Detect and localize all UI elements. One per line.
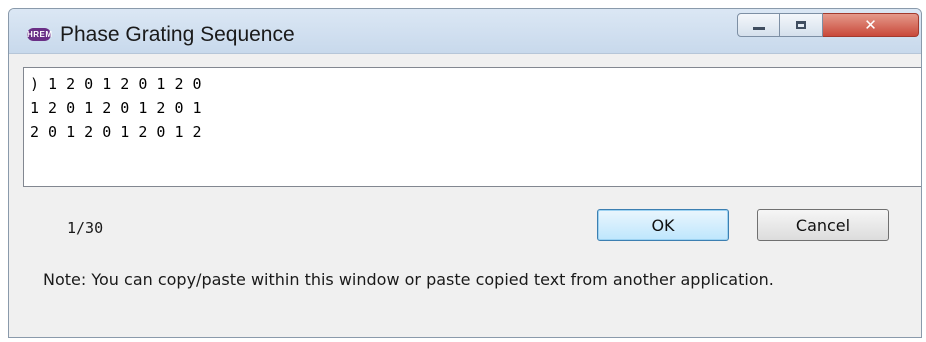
sequence-line: ) 1 2 0 1 2 0 1 2 0 (30, 75, 202, 93)
minimize-icon (752, 26, 765, 30)
maximize-button[interactable] (780, 13, 823, 37)
sequence-text-area[interactable]: ) 1 2 0 1 2 0 1 2 0 1 2 0 1 2 0 1 2 0 1 2 … (23, 67, 921, 187)
sequence-counter: 1/30 (67, 219, 104, 237)
note-text: Note: You can copy/paste within this win… (43, 270, 774, 289)
maximize-icon (796, 21, 806, 29)
ok-button[interactable]: OK (597, 209, 729, 241)
caption-buttons: ✕ (737, 13, 919, 37)
close-button[interactable]: ✕ (823, 13, 919, 37)
cancel-button[interactable]: Cancel (757, 209, 889, 241)
sequence-line: 2 0 1 2 0 1 2 0 1 2 (30, 123, 202, 141)
sequence-line: 1 2 0 1 2 0 1 2 0 1 (30, 99, 202, 117)
app-logo-icon: HREM (27, 28, 53, 41)
minimize-button[interactable] (737, 13, 780, 37)
title-bar[interactable]: HREM Phase Grating Sequence ✕ (9, 9, 921, 54)
close-icon: ✕ (864, 15, 877, 34)
dialog-window: HREM Phase Grating Sequence ✕ ) 1 2 0 1 … (8, 8, 922, 338)
window-title: Phase Grating Sequence (60, 23, 295, 46)
